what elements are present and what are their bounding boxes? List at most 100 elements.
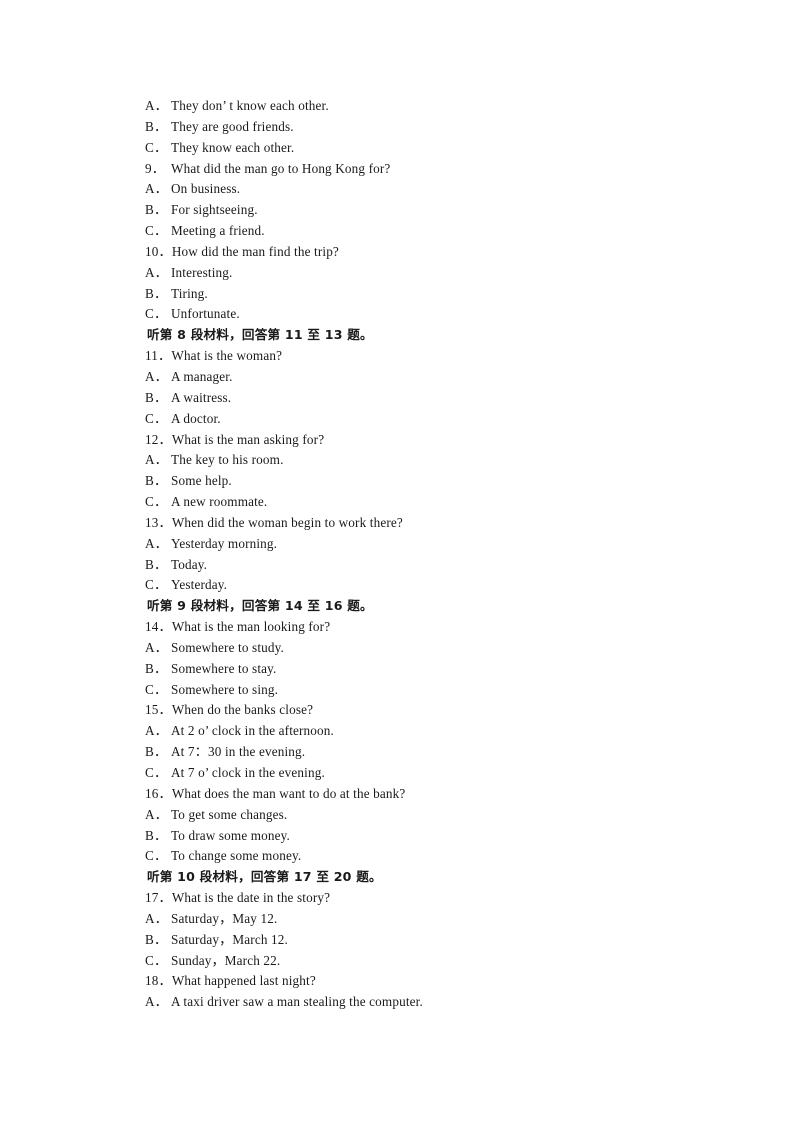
option-text: Some help. [171,473,232,489]
question-text: What is the man looking for? [171,619,331,635]
question-line: 13．When did the woman begin to work ther… [145,513,685,534]
question-number: 9． [145,160,166,176]
option-text: At 7 o’ clock in the evening. [171,765,325,780]
question-number: 10． [145,243,172,259]
answer-option-line: A． Interesting. [145,263,685,284]
option-letter: A． [145,181,169,197]
answer-option-line: C． A new roommate. [145,492,685,513]
option-text: A doctor. [171,410,221,426]
section-heading-text: 听第 9 段材料，回答第 14 至 16 题。 [147,598,373,614]
option-text: A waitress. [171,389,232,405]
answer-option-line: B． To draw some money. [145,826,685,847]
option-text: At 7：30 in the evening. [171,744,306,760]
option-text: Unfortunate. [171,306,240,322]
answer-option-line: A． Somewhere to study. [145,638,685,659]
question-line: 12．What is the man asking for? [145,430,685,451]
option-letter: A． [145,98,169,113]
question-text: When do the banks close? [171,702,314,718]
answer-option-line: B． They are good friends. [145,117,685,138]
option-text: The key to his room. [171,452,284,468]
answer-option-line: A． At 2 o’ clock in the afternoon. [145,721,685,742]
question-line: 10．How did the man find the trip? [145,242,685,263]
question-line: 16．What does the man want to do at the b… [145,784,685,805]
question-text: How did the man find the trip? [171,243,339,259]
option-letter: B． [145,202,168,218]
option-letter: C． [145,765,168,780]
option-text: Yesterday morning. [171,535,278,551]
answer-option-line: C． To change some money. [145,846,685,867]
answer-option-line: A． They don’ t know each other. [145,96,685,117]
option-letter: C． [145,952,168,968]
option-text: Meeting a friend. [171,223,265,239]
answer-option-line: A． Yesterday morning. [145,534,685,555]
option-letter: B． [145,389,168,405]
option-text: On business. [171,181,241,197]
option-letter: A． [145,910,169,926]
option-letter: C． [145,848,168,864]
option-letter: C． [145,139,168,155]
option-text: Sunday，March 22. [171,952,281,968]
option-text: Interesting. [171,264,233,280]
question-text: What is the date in the story? [171,890,331,906]
question-text: What is the woman? [171,348,283,364]
option-letter: B． [145,118,168,134]
option-letter: B． [145,931,168,947]
answer-option-line: C． Unfortunate. [145,304,685,325]
option-letter: A． [145,723,169,739]
question-text: What is the man asking for? [171,431,325,447]
option-letter: A． [145,994,169,1010]
option-text: To get some changes. [171,806,288,822]
answer-option-line: C． They know each other. [145,138,685,159]
answer-option-line: C． Yesterday. [145,575,685,596]
section-heading-text: 听第 10 段材料，回答第 17 至 20 题。 [147,869,382,885]
option-text: Somewhere to study. [171,639,284,655]
answer-option-line: A． On business. [145,179,685,200]
option-text: A manager. [171,368,233,384]
option-text: A taxi driver saw a man stealing the com… [171,994,423,1010]
answer-option-line: B． Tiring. [145,284,685,305]
question-text: When did the woman begin to work there? [171,514,403,530]
answer-option-line: A． To get some changes. [145,805,685,826]
question-number: 12． [145,431,172,447]
question-number: 13． [145,514,172,530]
section-heading: 听第 10 段材料，回答第 17 至 20 题。 [145,867,685,888]
option-letter: A． [145,639,169,655]
exam-question-list: A． They don’ t know each other. B． They are… [145,96,685,1013]
option-letter: B． [145,285,168,301]
option-letter: C． [145,681,168,697]
answer-option-line: B． Today. [145,555,685,576]
question-number: 17． [145,890,172,906]
option-letter: A． [145,535,169,551]
option-text: Tiring. [171,285,208,301]
question-number: 16． [145,785,172,801]
option-text: They know each other. [171,139,295,155]
question-number: 15． [145,702,172,718]
question-number: 11． [145,348,172,364]
option-text: Saturday，March 12. [171,931,288,947]
option-text: To draw some money. [171,827,290,843]
answer-option-line: A． Saturday，May 12. [145,909,685,930]
answer-option-line: C． Sunday，March 22. [145,951,685,972]
document-page: A． They don’ t know each other. B． They are… [0,0,794,1123]
answer-option-line: C． A doctor. [145,409,685,430]
section-heading-text: 听第 8 段材料，回答第 11 至 13 题。 [147,327,373,343]
question-line: 9． What did the man go to Hong Kong for? [145,159,685,180]
answer-option-line: B． Saturday，March 12. [145,930,685,951]
option-letter: B． [145,556,168,572]
option-letter: A． [145,452,169,468]
option-letter: C． [145,410,168,426]
option-text: Saturday，May 12. [171,910,278,926]
answer-option-line: A． A manager. [145,367,685,388]
option-letter: B． [145,473,168,489]
option-letter: A． [145,264,169,280]
option-letter: C． [145,223,168,239]
option-text: For sightseeing. [171,202,258,218]
option-text: A new roommate. [171,494,268,510]
answer-option-line: C． At 7 o’ clock in the evening. [145,763,685,784]
answer-option-line: C． Somewhere to sing. [145,680,685,701]
question-number: 18． [145,973,172,989]
option-letter: C． [145,306,168,322]
option-text: To change some money. [171,848,302,864]
question-line: 15．When do the banks close? [145,700,685,721]
option-text: They are good friends. [171,118,294,134]
